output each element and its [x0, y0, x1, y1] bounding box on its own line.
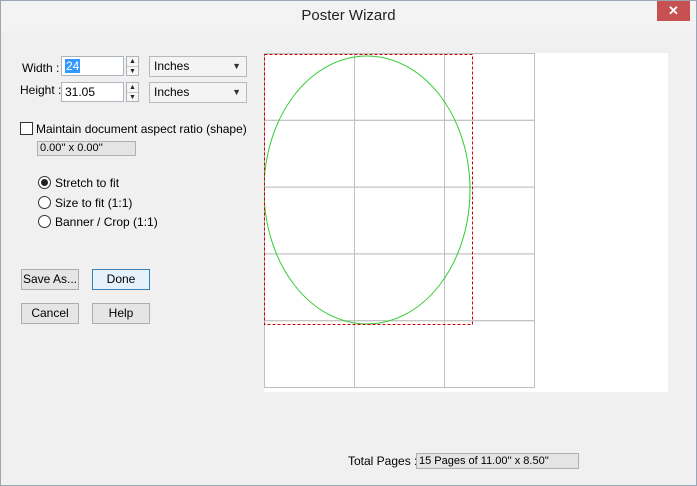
width-unit-select[interactable]: Inches ▼: [149, 56, 247, 77]
page-grid: [264, 53, 535, 389]
radio-size-to-fit[interactable]: [38, 196, 51, 209]
height-label: Height :: [20, 83, 62, 97]
page-cell: [354, 253, 445, 322]
height-input[interactable]: 31.05: [61, 82, 124, 102]
page-cell: [354, 186, 445, 255]
width-label: Width :: [22, 61, 60, 75]
page-cell: [444, 53, 535, 121]
page-cell: [444, 186, 535, 255]
help-button[interactable]: Help: [92, 303, 150, 324]
chevron-down-icon: ▼: [232, 87, 241, 97]
page-cell: [264, 320, 355, 389]
chevron-down-icon: ▼: [232, 61, 241, 71]
height-spinner[interactable]: ▲ ▼: [126, 82, 139, 102]
page-cell: [264, 119, 355, 188]
dialog-body: Width : 24 ▲ ▼ Inches ▼ Height : 31.05 ▲…: [8, 32, 689, 479]
radio-label-stretch[interactable]: Stretch to fit: [55, 176, 119, 190]
cancel-button[interactable]: Cancel: [21, 303, 79, 324]
height-unit-value: Inches: [154, 85, 190, 99]
save-as-button[interactable]: Save As...: [21, 269, 79, 290]
total-pages-label: Total Pages :: [348, 454, 418, 468]
page-cell: [444, 320, 535, 389]
page-cell: [264, 53, 355, 121]
page-cell: [354, 53, 445, 121]
width-value: 24: [65, 59, 81, 73]
close-button[interactable]: ✕: [657, 1, 690, 21]
total-pages-field: 15 Pages of 11.00'' x 8.50'': [416, 453, 579, 469]
spin-up-icon[interactable]: ▲: [127, 83, 138, 92]
radio-selected-dot: [41, 179, 48, 186]
radio-stretch-to-fit[interactable]: [38, 176, 51, 189]
aspect-ratio-checkbox[interactable]: [20, 122, 33, 135]
spin-down-icon[interactable]: ▼: [127, 66, 138, 75]
aspect-ratio-label[interactable]: Maintain document aspect ratio (shape): [36, 122, 247, 136]
page-cell: [354, 119, 445, 188]
page-cell: [444, 119, 535, 188]
title-bar: Poster Wizard ✕: [1, 1, 696, 31]
poster-ellipse: [263, 55, 471, 325]
width-unit-value: Inches: [154, 59, 190, 73]
width-input[interactable]: 24: [61, 56, 124, 76]
radio-label-banner[interactable]: Banner / Crop (1:1): [55, 215, 158, 229]
page-cell: [264, 186, 355, 255]
spin-up-icon[interactable]: ▲: [127, 57, 138, 66]
radio-banner-crop[interactable]: [38, 215, 51, 228]
done-button[interactable]: Done: [92, 269, 150, 290]
window-title: Poster Wizard: [301, 7, 396, 24]
poster-preview-canvas: [263, 53, 535, 389]
page-cell: [264, 253, 355, 322]
spin-down-icon[interactable]: ▼: [127, 92, 138, 101]
poster-preview: [263, 53, 668, 392]
aspect-ratio-readout: 0.00'' x 0.00'': [37, 141, 136, 156]
poster-wizard-window: Poster Wizard ✕ Width : 24 ▲ ▼ Inches ▼ …: [0, 0, 697, 486]
height-value: 31.05: [65, 85, 96, 99]
page-cell: [354, 320, 445, 389]
width-spinner[interactable]: ▲ ▼: [126, 56, 139, 76]
page-cell: [444, 253, 535, 322]
height-unit-select[interactable]: Inches ▼: [149, 82, 247, 103]
poster-crop-outline: [264, 54, 473, 325]
radio-label-size[interactable]: Size to fit (1:1): [55, 196, 132, 210]
